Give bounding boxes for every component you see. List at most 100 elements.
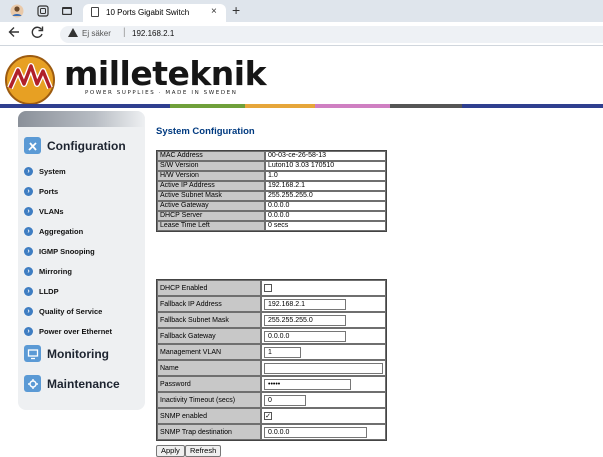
table-row: DHCP Enabled [157,280,386,296]
profile-avatar-icon[interactable] [10,4,24,18]
sidebar-item-ports[interactable]: › Ports [24,187,58,196]
info-value: 192.168.2.1 [265,181,386,191]
sidebar-item-label: System [39,167,66,176]
management-vlan-input[interactable]: 1 [264,346,301,358]
sidebar-group-label: Maintenance [47,376,120,391]
sidebar-item-lldp[interactable]: › LLDP [24,287,59,296]
refresh-button[interactable]: Refresh [185,445,222,457]
page-icon [91,7,99,17]
fallback-ip-input[interactable]: 192.168.2.1 [264,298,346,310]
snmp-enabled-label: SNMP enabled [157,408,261,424]
table-row: S/W Version Luton10 3.03 170510 [157,161,386,171]
fallback-gateway-label: Fallback Gateway [157,328,261,344]
password-input[interactable]: ••••• [264,378,351,390]
chevron-right-icon: › [24,167,33,176]
system-config-form: DHCP Enabled Fallback IP Address 192.168… [156,279,387,441]
fallback-mask-label: Fallback Subnet Mask [157,312,261,328]
fallback-ip-label: Fallback IP Address [157,296,261,312]
table-row: Lease Time Left 0 secs [157,221,386,231]
sidebar-group-configuration[interactable]: Configuration [24,137,126,154]
table-row: SNMP Trap destination 0.0.0.0 [157,424,386,440]
name-input[interactable] [264,362,383,374]
tab-close-icon[interactable]: × [211,6,217,17]
chevron-right-icon: › [24,327,33,336]
info-label: Active IP Address [157,181,265,191]
inactivity-timeout-label: Inactivity Timeout (secs) [157,392,261,408]
band-segment [462,104,603,108]
chevron-right-icon: › [24,247,33,256]
sidebar-item-label: LLDP [39,287,59,296]
sidebar-item-power-over-ethernet[interactable]: › Power over Ethernet [24,327,112,336]
fallback-gateway-input[interactable]: 0.0.0.0 [264,330,346,342]
apply-button[interactable]: Apply [156,445,185,457]
info-label: MAC Address [157,151,265,161]
sidebar: Configuration › System › Ports › VLANs ›… [18,111,145,410]
fallback-subnet-mask-input[interactable]: 255.255.255.0 [264,314,346,326]
info-label: Lease Time Left [157,221,265,231]
dhcp-enabled-checkbox[interactable] [264,284,272,292]
info-value: 0.0.0.0 [265,211,386,221]
chevron-right-icon: › [24,227,33,236]
brand-wordmark: milleteknik [64,54,267,93]
sidebar-header-bar [18,111,145,127]
band-segment [245,104,315,108]
browser-tab-active[interactable]: 10 Ports Gigabit Switch × [83,4,226,22]
table-row: Name [157,360,386,376]
url-field[interactable]: Ej säker | 192.168.2.1 [60,26,603,43]
name-label: Name [157,360,261,376]
sidebar-item-label: Aggregation [39,227,84,236]
sidebar-item-aggregation[interactable]: › Aggregation [24,227,83,236]
sidebar-group-monitoring[interactable]: Monitoring [24,345,109,362]
back-arrow-icon[interactable] [8,25,20,42]
band-segment [390,104,462,108]
sidebar-group-label: Configuration [47,138,126,153]
table-row: DHCP Server 0.0.0.0 [157,211,386,221]
sidebar-item-label: Mirroring [39,267,72,276]
chevron-right-icon: › [24,267,33,276]
extensions-icon[interactable] [36,4,50,18]
tab-overview-icon[interactable] [60,4,74,18]
url-text[interactable]: 192.168.2.1 [132,29,174,38]
dhcp-enabled-label: DHCP Enabled [157,280,261,296]
warning-icon[interactable] [68,28,78,37]
sidebar-item-label: IGMP Snooping [39,247,95,256]
info-value: 0 secs [265,221,386,231]
sidebar-group-maintenance[interactable]: Maintenance [24,375,120,392]
system-info-table: MAC Address 00-03-ce-26-58-13 S/W Version L… [156,150,387,232]
brand-logo[interactable]: milleteknik POWER SUPPLIES · MADE IN SWE… [4,54,267,105]
address-bar: Ej säker | 192.168.2.1 [0,22,603,46]
info-value: 255.255.255.0 [265,191,386,201]
table-row: MAC Address 00-03-ce-26-58-13 [157,151,386,161]
sidebar-item-vlans[interactable]: › VLANs [24,207,64,216]
info-value: 0.0.0.0 [265,201,386,211]
table-row: H/W Version 1.0 [157,171,386,181]
table-row: SNMP enabled ✓ [157,408,386,424]
table-row: Fallback Subnet Mask 255.255.255.0 [157,312,386,328]
info-value: 00-03-ce-26-58-13 [265,151,386,161]
band-segment [0,104,60,108]
sidebar-item-mirroring[interactable]: › Mirroring [24,267,72,276]
reload-icon[interactable] [31,25,44,42]
milleteknik-logo-icon [5,55,55,105]
chevron-right-icon: › [24,187,33,196]
snmp-trap-destination-input[interactable]: 0.0.0.0 [264,426,367,438]
maintenance-icon [24,375,41,392]
info-label: Active Gateway [157,201,265,211]
info-label: Active Subnet Mask [157,191,265,201]
sidebar-item-quality-of-service[interactable]: › Quality of Service [24,307,102,316]
sidebar-item-igmp-snooping[interactable]: › IGMP Snooping [24,247,95,256]
band-segment [315,104,390,108]
snmp-trap-destination-label: SNMP Trap destination [157,424,261,440]
info-value: Luton10 3.03 170510 [265,161,386,171]
security-status[interactable]: Ej säker [82,29,111,38]
sidebar-item-system[interactable]: › System [24,167,66,176]
sidebar-item-label: Quality of Service [39,307,103,316]
new-tab-button[interactable]: + [232,2,240,18]
info-label: S/W Version [157,161,265,171]
inactivity-timeout-input[interactable]: 0 [264,394,306,406]
snmp-enabled-checkbox[interactable]: ✓ [264,412,272,420]
browser-tab-strip: 10 Ports Gigabit Switch × + [0,0,603,22]
table-row: Active Gateway 0.0.0.0 [157,201,386,211]
monitor-icon [24,345,41,362]
chevron-right-icon: › [24,307,33,316]
